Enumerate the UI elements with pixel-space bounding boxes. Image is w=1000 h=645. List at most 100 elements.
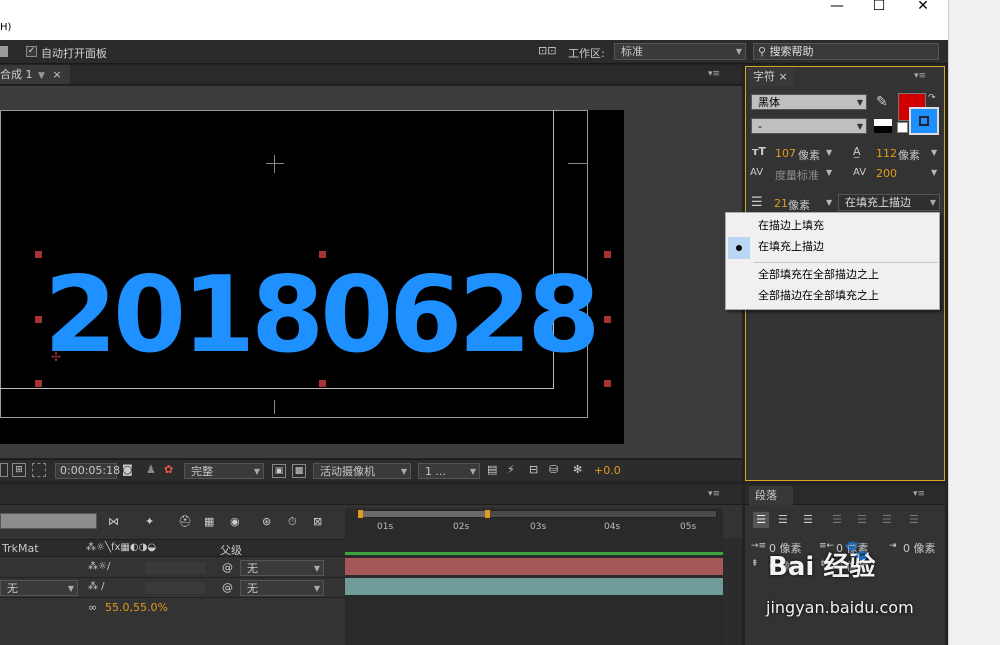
transform-handle[interactable]	[319, 380, 326, 387]
no-fill-swatch[interactable]	[897, 122, 908, 133]
transform-handle[interactable]	[35, 380, 42, 387]
draft-3d-icon[interactable]: ✦	[145, 515, 154, 528]
canvas-text-layer[interactable]: 20180628	[44, 255, 604, 375]
layer1-parent-select[interactable]: 无 ▼	[240, 560, 324, 576]
auto-open-checkbox[interactable]: ✓	[26, 46, 37, 57]
layer-switches[interactable]	[145, 582, 205, 594]
exposure-icon[interactable]: ✻	[573, 463, 582, 476]
eyedropper-icon[interactable]: ✎	[876, 94, 888, 110]
minimize-button[interactable]: —	[815, 0, 859, 14]
timeline-search-input[interactable]	[0, 513, 97, 529]
stroke-order-select[interactable]: 在填充上描边 ▼	[838, 194, 940, 211]
transform-handle[interactable]	[604, 380, 611, 387]
composition-mini-flowchart-icon[interactable]: ⋈	[108, 515, 119, 528]
work-area-bar[interactable]	[357, 510, 717, 518]
panel-menu-icon[interactable]: ▾≡	[708, 489, 720, 499]
panel-menu-icon[interactable]: ▾≡	[708, 69, 720, 79]
work-area-end-handle[interactable]	[485, 510, 490, 518]
maximize-button[interactable]: ☐	[857, 0, 901, 14]
close-icon[interactable]: ×	[779, 70, 788, 83]
exposure-value[interactable]: +0.0	[594, 464, 621, 477]
tab-composition[interactable]: 合成 1 ▼ ×	[0, 65, 70, 84]
flowchart-icon[interactable]: ⛁	[549, 463, 558, 476]
workspace-select[interactable]: 标准 ▼	[614, 43, 746, 60]
set-white-swatch[interactable]	[874, 119, 892, 126]
timeline-icon[interactable]: ⊟	[529, 463, 538, 476]
pickwhip-icon[interactable]: @	[222, 561, 233, 574]
font-size-value[interactable]: 107	[775, 147, 796, 160]
menu-item-fill-over-stroke[interactable]: 在描边上填充	[758, 216, 824, 236]
graph-editor-icon[interactable]: ⊛	[262, 515, 271, 528]
anchor-point-icon[interactable]: ✢	[51, 350, 61, 364]
panel-menu-icon[interactable]: ▾≡	[913, 489, 925, 499]
chevron-down-icon[interactable]: ▼	[826, 168, 832, 177]
region-icon[interactable]	[32, 463, 46, 477]
justify-all-icon[interactable]: ☰	[909, 513, 919, 526]
justify-last-center-icon[interactable]: ☰	[857, 513, 867, 526]
roi-icon[interactable]: ▣	[272, 464, 286, 478]
chevron-down-icon[interactable]: ▼	[826, 198, 832, 207]
close-icon[interactable]: ×	[52, 68, 61, 81]
justify-last-left-icon[interactable]: ☰	[832, 513, 842, 526]
layer2-trkmat-select[interactable]: 无 ▼	[0, 580, 78, 596]
views-select[interactable]: 1 ... ▼	[418, 463, 480, 479]
show-snapshot-icon[interactable]: ♟	[146, 463, 156, 476]
timer-icon[interactable]: ⏱	[288, 515, 297, 529]
camera-snapshot-icon[interactable]: ◙	[122, 463, 133, 476]
fast-preview-icon[interactable]: ⚡	[507, 463, 515, 476]
magnification-icon[interactable]	[0, 463, 8, 477]
kerning-value[interactable]: 度量标准	[775, 167, 819, 183]
shy-layers-icon[interactable]: ⛑	[178, 515, 192, 528]
timeline-scrollbar[interactable]	[723, 538, 742, 645]
chevron-down-icon[interactable]: ▼	[931, 168, 937, 177]
chevron-down-icon[interactable]: ▼	[826, 148, 832, 157]
search-help-input[interactable]: ⚲ 搜索帮助	[753, 43, 939, 60]
grid-icon[interactable]: ⊞	[12, 463, 26, 477]
tracking-value[interactable]: 200	[876, 167, 897, 180]
close-button[interactable]: ✕	[901, 0, 945, 14]
transform-handle[interactable]	[35, 251, 42, 258]
align-left-icon[interactable]: ☰	[753, 512, 769, 528]
transform-handle[interactable]	[604, 251, 611, 258]
shy-switch-icon[interactable]: ⁂ /	[88, 581, 105, 592]
shy-switch-icon[interactable]: ⁂☼/	[88, 561, 110, 572]
menu-item-all-strokes-over-all-fills[interactable]: 全部描边在全部填充之上	[758, 286, 879, 306]
menu-item-stroke-over-fill[interactable]: 在填充上描边	[758, 237, 824, 257]
tab-paragraph[interactable]: 段落 ×	[749, 486, 793, 521]
tab-character[interactable]: 字符 ×	[748, 68, 794, 86]
chevron-down-icon[interactable]: ▼	[931, 148, 937, 157]
menu-item-all-fills-over-all-strokes[interactable]: 全部填充在全部描边之上	[758, 265, 879, 285]
stroke-color-swatch[interactable]	[909, 107, 939, 135]
layer-row-1[interactable]: ⁂☼/ @ 无 ▼	[0, 558, 345, 578]
chevron-down-icon[interactable]: ▼	[38, 71, 45, 81]
set-black-swatch[interactable]	[874, 126, 892, 133]
align-center-icon[interactable]: ☰	[778, 513, 788, 526]
timecode-field[interactable]: 0:00:05:18	[55, 463, 120, 479]
layer-switches[interactable]	[145, 562, 205, 574]
frame-blending-icon[interactable]: ▦	[204, 515, 214, 528]
justify-last-right-icon[interactable]: ☰	[882, 513, 892, 526]
motion-blur-icon[interactable]: ◉	[230, 515, 240, 528]
stroke-width-value[interactable]: 21	[774, 197, 788, 210]
transform-handle[interactable]	[35, 316, 42, 323]
panel-icon[interactable]	[0, 46, 8, 57]
pickwhip-icon[interactable]: @	[222, 581, 233, 594]
layer-row-2[interactable]: 无 ▼ ⁂ / @ 无 ▼	[0, 578, 345, 598]
constrain-proportions-icon[interactable]: ∞	[88, 601, 97, 614]
swap-colors-icon[interactable]: ↷	[928, 93, 936, 103]
transparency-grid-icon[interactable]: ▩	[292, 464, 306, 478]
font-family-select[interactable]: 黑体 ▼	[751, 94, 867, 110]
toggle-pixel-aspect-icon[interactable]: ▤	[487, 463, 497, 476]
transform-handle[interactable]	[604, 316, 611, 323]
layer2-duration-bar[interactable]	[345, 578, 723, 595]
transform-handle[interactable]	[319, 251, 326, 258]
work-area-start-handle[interactable]	[358, 510, 363, 518]
brainstorm-icon[interactable]: ⊠	[313, 515, 322, 528]
resolution-select[interactable]: 完整 ▼	[184, 463, 264, 479]
camera-select[interactable]: 活动摄像机 ▼	[313, 463, 411, 479]
layer2-parent-select[interactable]: 无 ▼	[240, 580, 324, 596]
scale-value[interactable]: 55.0,55.0%	[105, 601, 168, 614]
panel-menu-icon[interactable]: ▾≡	[914, 71, 926, 81]
layer1-duration-bar[interactable]	[345, 558, 723, 575]
font-style-select[interactable]: - ▼	[751, 118, 867, 134]
